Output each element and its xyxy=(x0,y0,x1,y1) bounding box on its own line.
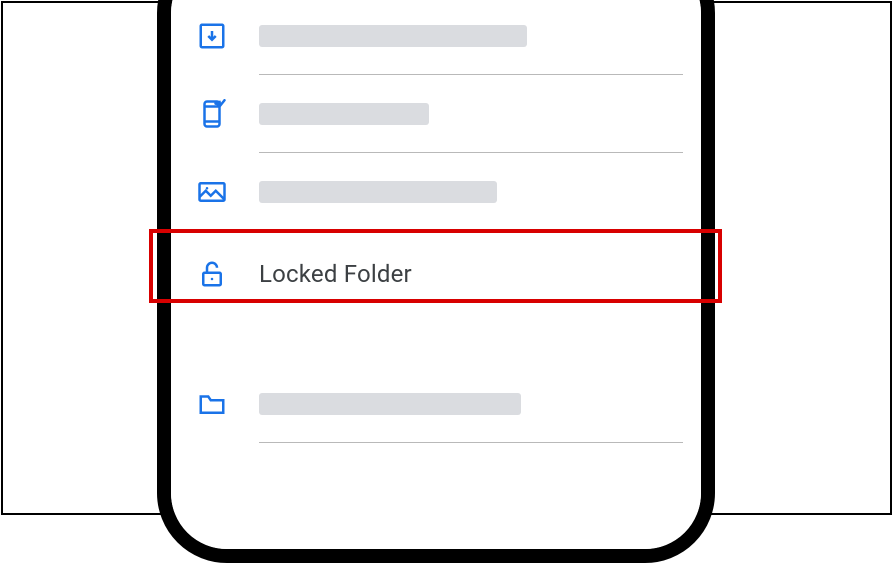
folder-icon xyxy=(195,387,229,421)
row-free-up-placeholder xyxy=(259,103,429,125)
row-locked-folder[interactable]: Locked Folder xyxy=(195,231,683,317)
library-list: Locked Folder xyxy=(195,0,683,443)
row-locked-folder-label: Locked Folder xyxy=(259,260,412,288)
image-icon xyxy=(195,175,229,209)
phone-mockup: Locked Folder xyxy=(157,0,715,563)
image-frame: Locked Folder xyxy=(1,1,892,515)
row-photo-frames-placeholder xyxy=(259,181,497,203)
row-folder-placeholder xyxy=(259,393,521,415)
divider xyxy=(259,442,683,443)
archive-icon xyxy=(195,19,229,53)
row-archive[interactable] xyxy=(195,0,683,75)
row-photo-frames[interactable] xyxy=(195,153,683,231)
row-free-up-space[interactable] xyxy=(195,75,683,153)
lock-icon xyxy=(195,257,229,291)
row-archive-placeholder xyxy=(259,25,527,47)
section-header xyxy=(195,317,683,365)
phone-check-icon xyxy=(195,97,229,131)
app-screen: Locked Folder xyxy=(171,0,701,549)
row-folder[interactable] xyxy=(195,365,683,443)
